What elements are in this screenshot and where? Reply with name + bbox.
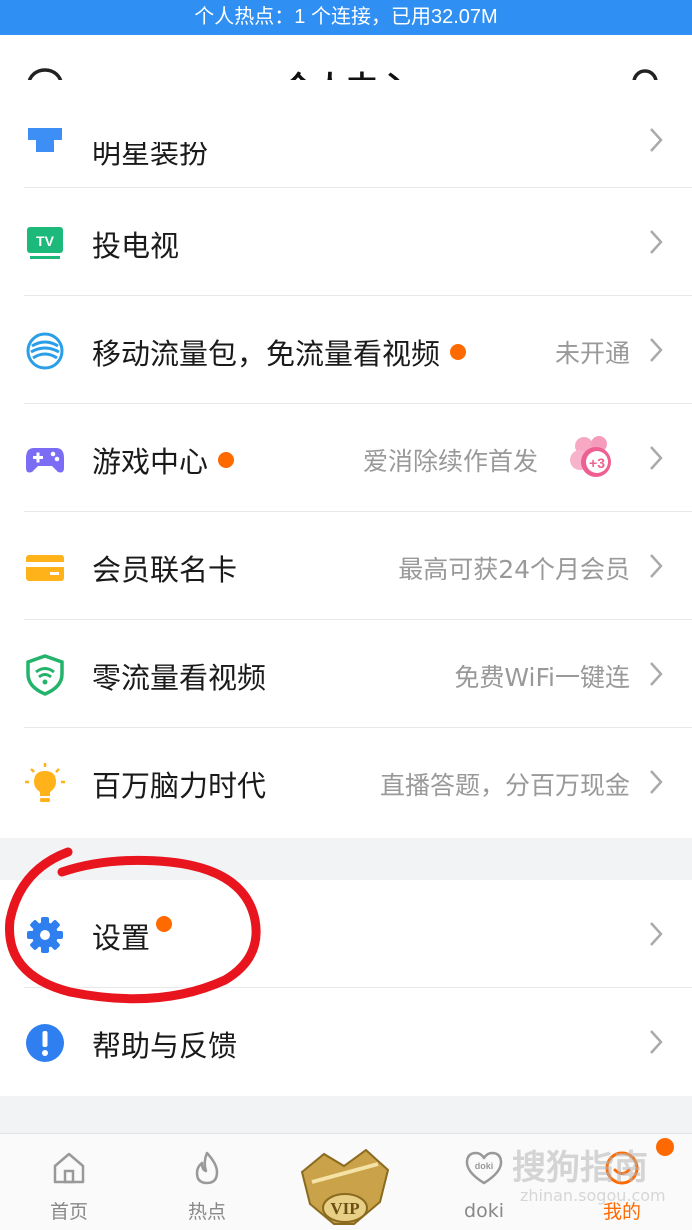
chevron-right-icon [650,770,663,794]
menu-item-label: 帮助与反馈 [92,1029,238,1063]
star-outfit-icon [28,128,62,152]
vip-badge[interactable]: VIP [294,1142,396,1230]
chevron-right-icon [650,128,663,152]
card-icon [26,555,64,581]
notification-dot [218,452,235,468]
doki-icon-text: doki [475,1161,494,1171]
gear-icon [27,917,63,953]
menu-item-star-outfit[interactable]: 明星装扮 [0,80,692,188]
menu-item-label: 会员联名卡 [92,553,238,587]
notification-dot [156,916,173,932]
watermark: 搜狗指南 [512,1148,648,1188]
menu-item-label: 游戏中心 [92,439,235,481]
chevron-right-icon [650,662,663,686]
tab-label: doki [464,1200,504,1222]
menu-item-value: 爱消除续作首发 [362,447,538,476]
home-icon [53,1152,85,1184]
menu-item-label-text: 设置 [92,921,151,955]
gamepad-icon [26,448,64,473]
tab-label: 首页 [49,1201,88,1223]
wifi-shield-icon [26,654,64,696]
menu-item-label-text: 游戏中心 [92,445,209,479]
vip-label: VIP [330,1199,359,1218]
tv-icon: TV [27,227,63,259]
chevron-right-icon [650,554,663,578]
menu-item-label: 明星装扮 [92,136,209,170]
game-promo-icon: +3 [570,436,611,477]
menu-item-label: 投电视 [92,229,180,263]
notification-dot [450,344,467,360]
chevron-right-icon [650,1030,663,1054]
exclamation-icon [26,1024,64,1062]
chevron-right-icon [650,446,663,470]
flame-icon [195,1151,219,1185]
section-gap [0,838,692,880]
menu-item-value: 未开通 [554,339,630,368]
tab-home[interactable]: 首页 [19,1134,119,1230]
menu-item-zero-data[interactable]: 零流量看视频 免费WiFi一键连 [0,620,692,728]
china-mobile-icon [26,332,64,370]
game-badge-text: +3 [589,455,605,471]
svg-text:TV: TV [36,233,55,249]
notification-dot [656,1138,674,1156]
watermark-url: zhinan.sogou.com [520,1186,666,1205]
menu-item-cast-tv[interactable]: TV 投电视 [0,188,692,296]
heart-doki-icon: doki [465,1151,503,1185]
menu-item-settings[interactable]: 设置 [0,880,692,988]
menu-item-game-center[interactable]: 游戏中心 爱消除续作首发 +3 [0,404,692,512]
menu-item-value: 免费WiFi一键连 [454,663,630,692]
hotspot-status-bar[interactable]: 个人热点：1 个连接，已用32.07M [0,0,692,35]
chevron-right-icon [650,230,663,254]
menu-item-value: 直播答题，分百万现金 [379,771,630,800]
menu-item-brain-quiz[interactable]: 百万脑力时代 直播答题，分百万现金 [0,728,692,836]
menu-item-mobile-data[interactable]: 移动流量包，免流量看视频 未开通 [0,296,692,404]
chevron-right-icon [650,338,663,362]
menu-item-label: 移动流量包，免流量看视频 [92,331,467,373]
menu-item-label: 设置 [92,915,173,957]
menu-item-label-text: 移动流量包，免流量看视频 [92,337,441,371]
menu-item-value: 最高可获24个月会员 [398,555,630,584]
menu-item-label: 零流量看视频 [92,661,267,695]
menu-item-label: 百万脑力时代 [92,769,267,803]
menu-item-help-feedback[interactable]: 帮助与反馈 [0,988,692,1096]
menu-item-member-card[interactable]: 会员联名卡 最高可获24个月会员 [0,512,692,620]
section-gap [0,1096,692,1133]
chevron-right-icon [650,922,663,946]
tab-label: 热点 [187,1201,226,1223]
lightbulb-icon [25,763,65,802]
tab-hot[interactable]: 热点 [157,1134,257,1230]
